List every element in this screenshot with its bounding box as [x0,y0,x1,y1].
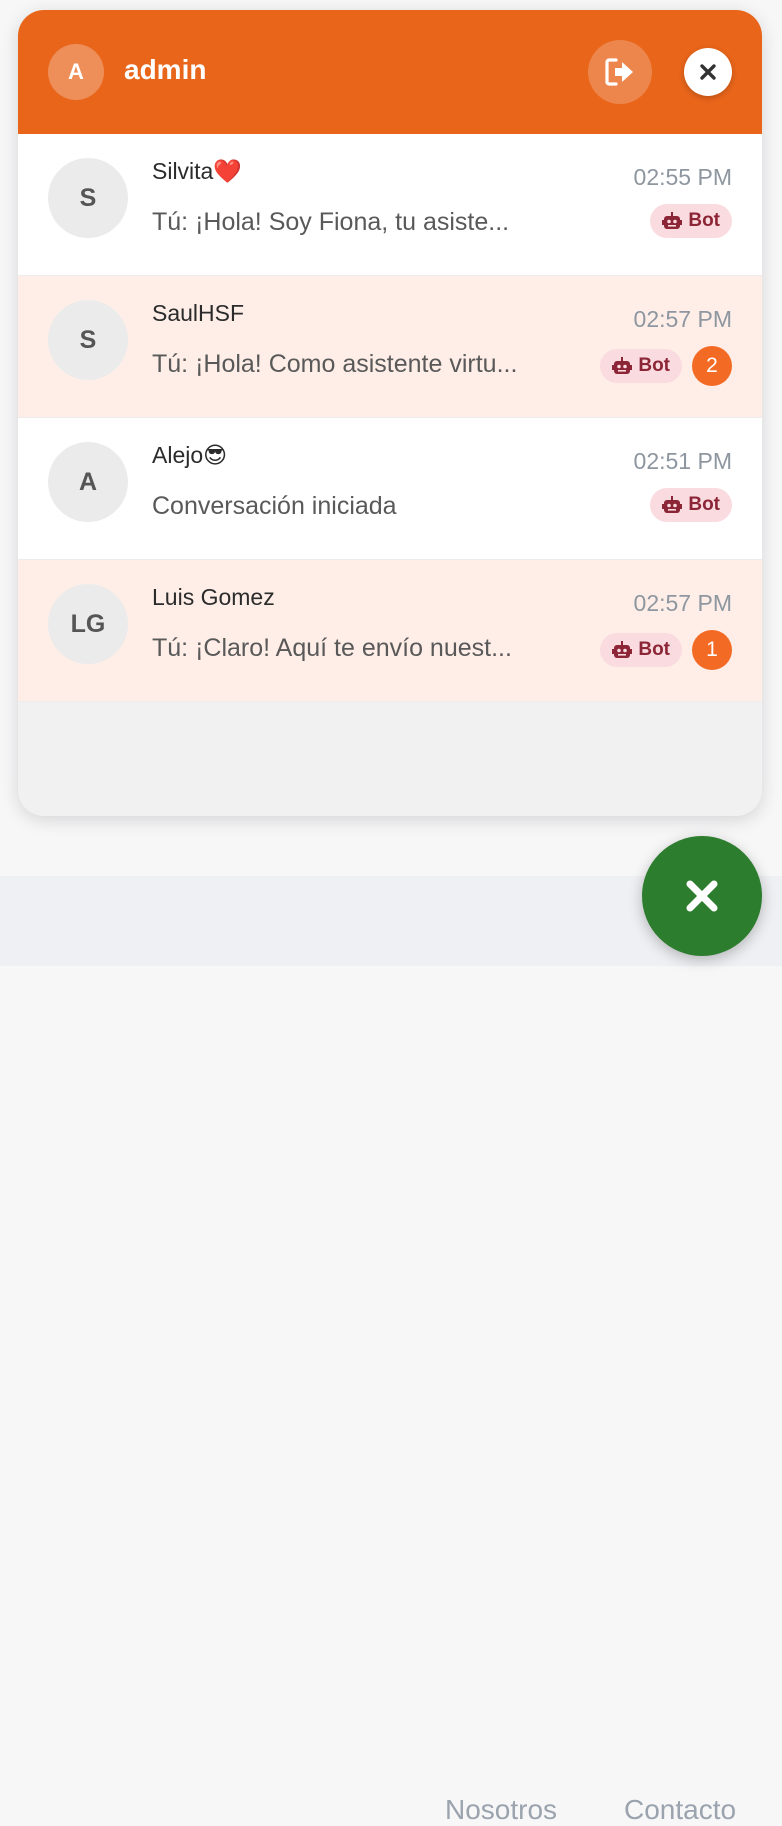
close-icon [686,880,718,912]
contact-avatar: A [48,442,128,522]
contact-name: SaulHSF [152,300,245,326]
conversation-item[interactable]: A Alejo😎 Conversación iniciada 02:51 PM … [18,418,762,560]
contact-name: Alejo😎 [152,442,228,468]
contact-avatar: S [48,300,128,380]
last-message-preview: Tú: ¡Hola! Como asistente virtu... [152,350,518,378]
bot-badge-label: Bot [638,355,670,376]
logout-icon [605,58,633,86]
robot-icon [662,212,683,229]
conversation-item[interactable]: S SaulHSF Tú: ¡Hola! Como asistente virt… [18,276,762,418]
unread-count-badge: 2 [692,346,732,386]
user-avatar: A [48,44,104,100]
contact-name: Luis Gomez [152,584,275,610]
message-time: 02:55 PM [633,164,732,190]
bot-badge: Bot [600,349,682,383]
last-message-preview: Conversación iniciada [152,492,397,520]
footer-link-nosotros[interactable]: Nosotros [445,1794,557,1826]
footer-link-contacto[interactable]: Contacto [624,1794,736,1826]
message-time: 02:57 PM [633,590,732,616]
message-time: 02:51 PM [633,448,732,474]
unread-count-badge: 1 [692,630,732,670]
robot-icon [662,496,683,513]
chat-inbox-panel: A admin S Silvita❤️ Tú: ¡Hola! Soy Fiona… [18,10,762,816]
robot-icon [612,641,633,658]
bot-badge-label: Bot [688,210,720,231]
bot-badge: Bot [600,633,682,667]
chat-widget-close-button[interactable] [642,836,762,956]
bot-badge: Bot [650,204,732,238]
contact-avatar: LG [48,584,128,664]
panel-header: A admin [18,10,762,134]
bot-badge-label: Bot [688,494,720,515]
conversation-item[interactable]: LG Luis Gomez Tú: ¡Claro! Aquí te envío … [18,560,762,702]
close-panel-button[interactable] [684,48,732,96]
username-label: admin [124,54,207,85]
conversation-item[interactable]: S Silvita❤️ Tú: ¡Hola! Soy Fiona, tu asi… [18,134,762,276]
logout-button[interactable] [588,40,652,104]
last-message-preview: Tú: ¡Claro! Aquí te envío nuest... [152,634,512,662]
bot-badge: Bot [650,488,732,522]
last-message-preview: Tú: ¡Hola! Soy Fiona, tu asiste... [152,208,510,236]
message-time: 02:57 PM [633,306,732,332]
conversation-badges: Bot [650,488,732,522]
conversation-list: S Silvita❤️ Tú: ¡Hola! Soy Fiona, tu asi… [18,134,762,702]
contact-avatar: S [48,158,128,238]
close-icon [700,64,716,80]
conversation-badges: Bot 2 [600,346,732,386]
bot-badge-label: Bot [638,639,670,660]
robot-icon [612,357,633,374]
conversation-badges: Bot 1 [600,630,732,670]
contact-name: Silvita❤️ [152,158,242,184]
conversation-badges: Bot [650,204,732,238]
